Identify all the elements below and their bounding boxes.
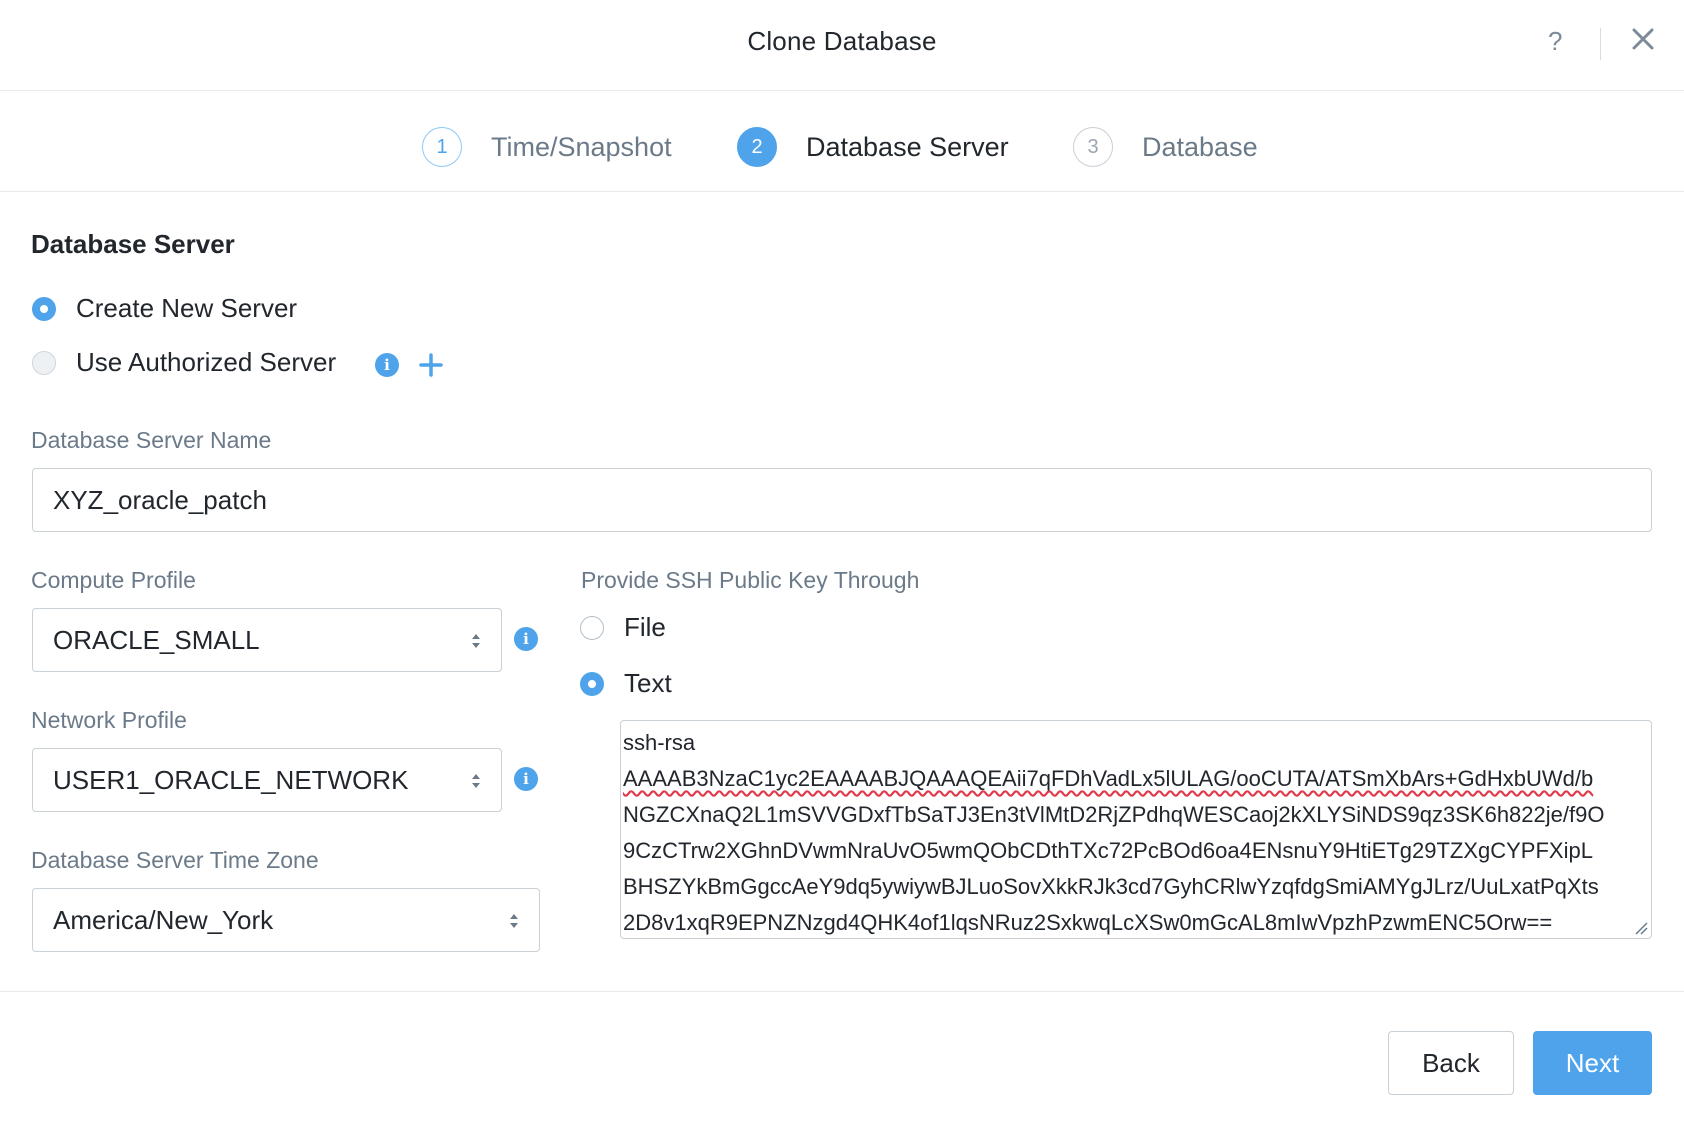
- radio-indicator: [32, 296, 56, 321]
- radio-label: File: [624, 612, 666, 642]
- step-label: Database: [1142, 131, 1258, 162]
- step-number: 1: [422, 127, 462, 167]
- radio-create-new-server[interactable]: Create New Server: [32, 293, 297, 324]
- network-profile-label: Network Profile: [31, 707, 187, 733]
- radio-indicator: [580, 615, 604, 640]
- add-server-button[interactable]: [418, 352, 444, 378]
- help-button[interactable]: ?: [1548, 26, 1562, 57]
- next-button[interactable]: Next: [1533, 1031, 1652, 1095]
- ssh-key-line: NGZCXnaQ2L1mSVVGDxfTbSaTJ3En3tVlMtD2RjZP…: [623, 802, 1605, 827]
- ssh-key-textarea[interactable]: ssh-rsa AAAAB3NzaC1yc2EAAAABJQAAAQEAii7q…: [620, 720, 1652, 939]
- footer-divider: [0, 991, 1684, 992]
- radio-label: Text: [624, 668, 672, 698]
- header-divider: [1600, 28, 1601, 60]
- ssh-key-label: Provide SSH Public Key Through: [581, 567, 920, 593]
- step-number: 3: [1073, 127, 1113, 167]
- compute-profile-label: Compute Profile: [31, 567, 196, 593]
- radio-indicator: [32, 350, 56, 375]
- radio-ssh-text[interactable]: Text: [580, 668, 672, 699]
- network-profile-info-icon[interactable]: i: [514, 767, 538, 791]
- section-title: Database Server: [31, 229, 235, 259]
- compute-profile-select[interactable]: ORACLE_SMALL: [32, 608, 502, 672]
- select-arrows-icon: [510, 914, 518, 928]
- ssh-key-line: BHSZYkBmGgccAeY9dq5ywiywBJLuoSovXkkRJk3c…: [623, 874, 1599, 899]
- radio-label: Create New Server: [76, 293, 298, 323]
- info-icon[interactable]: i: [375, 353, 399, 377]
- ssh-key-line: 2D8v1xqR9EPNZNzgd4QHK4of1lqsNRuz2SxkwqLc…: [623, 910, 1553, 935]
- compute-profile-info-icon[interactable]: i: [514, 627, 538, 651]
- step-label: Time/Snapshot: [491, 131, 672, 162]
- radio-use-authorized-server[interactable]: Use Authorized Server: [32, 347, 336, 378]
- time-zone-select[interactable]: America/New_York: [32, 888, 540, 952]
- time-zone-label: Database Server Time Zone: [31, 847, 319, 873]
- network-profile-value: USER1_ORACLE_NETWORK: [53, 764, 409, 795]
- dialog-header: Clone Database ?: [0, 0, 1684, 91]
- network-profile-select[interactable]: USER1_ORACLE_NETWORK: [32, 748, 502, 812]
- ssh-key-line: 9CzCTrw2XGhnDVwmNraUvO5wmQObCDthTXc72PcB…: [623, 838, 1593, 863]
- ssh-key-line: AAAAB3NzaC1yc2EAAAABJQAAAQEAii7qFDhVadLx…: [623, 766, 1594, 791]
- ssh-key-line: ssh-rsa: [623, 730, 696, 755]
- resize-handle-icon[interactable]: [1634, 921, 1648, 935]
- step-time-snapshot[interactable]: 1 Time/Snapshot: [422, 127, 672, 167]
- back-button[interactable]: Back: [1388, 1031, 1514, 1095]
- close-icon: [1632, 28, 1654, 50]
- server-name-label: Database Server Name: [31, 427, 272, 453]
- time-zone-value: America/New_York: [53, 904, 274, 935]
- step-label: Database Server: [806, 131, 1009, 162]
- radio-ssh-file[interactable]: File: [580, 612, 666, 643]
- wizard-steps: 1 Time/Snapshot 2 Database Server 3 Data…: [0, 91, 1684, 192]
- dialog-title: Clone Database: [747, 26, 937, 56]
- select-arrows-icon: [472, 774, 480, 788]
- close-button[interactable]: [1628, 24, 1658, 54]
- step-database-server[interactable]: 2 Database Server: [737, 127, 1009, 167]
- select-arrows-icon: [472, 634, 480, 648]
- step-number: 2: [737, 127, 777, 167]
- server-name-input[interactable]: XYZ_oracle_patch: [32, 468, 1652, 532]
- compute-profile-value: ORACLE_SMALL: [53, 624, 260, 655]
- radio-label: Use Authorized Server: [76, 347, 337, 377]
- plus-icon: [419, 353, 443, 377]
- step-database[interactable]: 3 Database: [1073, 127, 1258, 167]
- radio-indicator: [580, 671, 604, 696]
